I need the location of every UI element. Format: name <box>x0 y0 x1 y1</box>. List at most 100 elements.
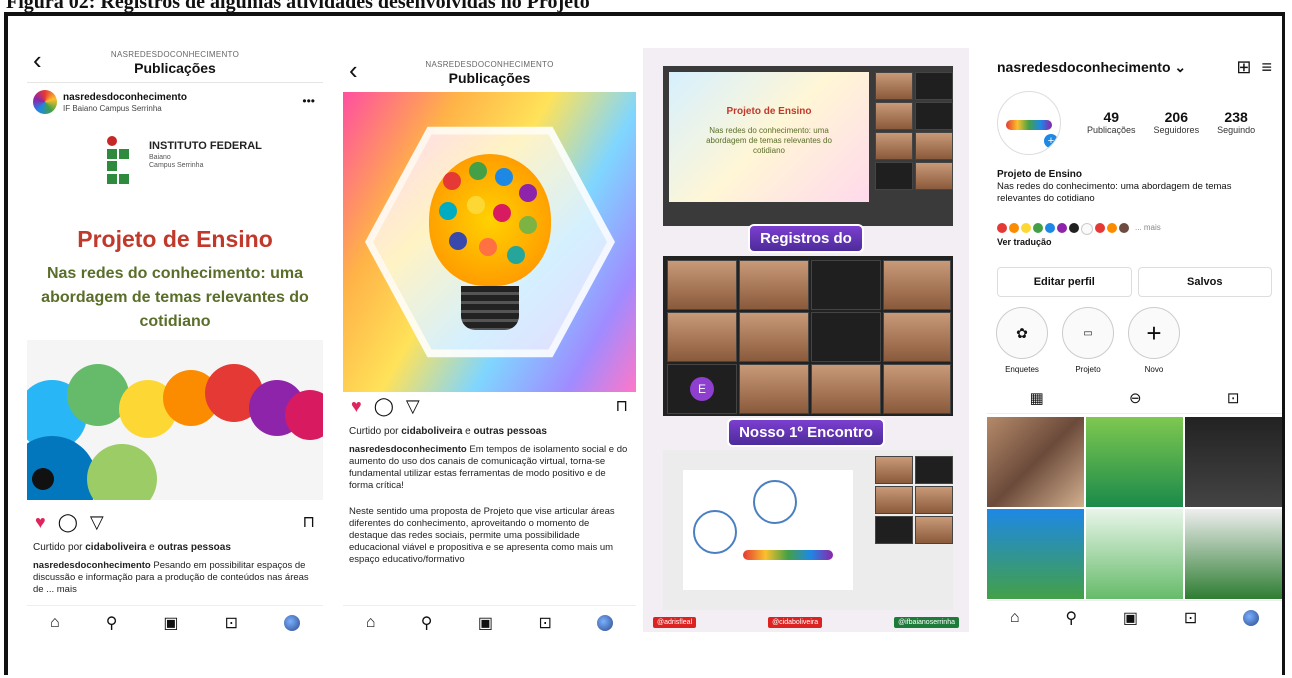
profile-tabs: ▦ ⊖ ⊡ <box>987 389 1282 414</box>
post-avatar[interactable] <box>33 90 57 114</box>
following-count[interactable]: 238 Seguindo <box>1217 109 1255 135</box>
bookmark-icon[interactable]: ⊓ <box>616 396 628 416</box>
menu-icon[interactable]: ≡ <box>1261 57 1272 77</box>
add-post-icon[interactable]: ⊞ <box>1236 57 1251 77</box>
slide-text: Nas redes do conhecimento: uma abordagem… <box>706 126 832 155</box>
tag-ifbaianoserrinha[interactable]: @ifbaianoserrinha <box>894 616 959 628</box>
comment-icon[interactable]: ◯ <box>58 512 78 533</box>
shop-icon[interactable]: ⊡ <box>1184 608 1197 628</box>
post-actions: ♥ ◯ ▽ ⊓ <box>343 394 636 418</box>
page-title: Publicações <box>448 70 531 86</box>
grid-post[interactable] <box>987 509 1084 599</box>
chevron-down-icon[interactable]: ⌄ <box>1174 59 1186 75</box>
profile-buttons: Editar perfil Salvos <box>997 267 1272 297</box>
bottom-nav: ⌂ ⚲ ▣ ⊡ <box>27 605 323 640</box>
home-icon[interactable]: ⌂ <box>50 614 60 632</box>
more-options-icon[interactable]: ••• <box>302 94 315 108</box>
share-icon[interactable]: ▽ <box>406 396 420 417</box>
banner-registros: Registros do <box>643 226 969 251</box>
zoom-screenshot-1: Projeto de Ensino Nas redes do conhecime… <box>663 66 953 226</box>
if-logo-name: INSTITUTO FEDERAL <box>149 140 262 152</box>
profile-username[interactable]: nasredesdoconhecimento ⌄ <box>997 59 1186 76</box>
post-caption: nasredesdoconhecimento Pesando em possib… <box>33 560 309 595</box>
bookmark-icon[interactable]: ⊓ <box>303 512 315 532</box>
post-username[interactable]: nasredesdoconhecimento <box>63 92 187 103</box>
zoom-screenshot-3 <box>663 450 953 610</box>
page-title: Publicações <box>134 60 216 76</box>
comment-icon[interactable]: ◯ <box>374 396 394 417</box>
more-link[interactable]: ... mais <box>1135 223 1161 235</box>
bottom-nav: ⌂ ⚲ ▣ ⊡ <box>987 600 1282 635</box>
zoom-meeting-collage: Projeto de Ensino Nas redes do conhecime… <box>643 48 969 632</box>
post-location[interactable]: IF Baiano Campus Serrinha <box>63 104 162 113</box>
banner-encontro: Nosso 1º Encontro <box>643 420 969 445</box>
bottom-nav: ⌂ ⚲ ▣ ⊡ <box>343 605 636 640</box>
tag-cidaboliveira[interactable]: @cidaboliveira <box>768 616 823 628</box>
profile-avatar-icon[interactable] <box>283 615 300 631</box>
project-heading: Projeto de Ensino <box>77 226 273 252</box>
profile-bio: Projeto de Ensino Nas redes do conhecimen… <box>997 169 1232 204</box>
grid-post[interactable] <box>1185 509 1282 599</box>
tags-row: @adrisfleal @cidaboliveira @ifbaianoserr… <box>643 612 969 632</box>
profile-avatar-icon[interactable] <box>1243 610 1260 626</box>
profile-avatar[interactable]: + <box>997 91 1061 155</box>
likes-line: Curtido por cidaboliveira e outras pesso… <box>349 426 547 437</box>
if-logo-sub: Baiano Campus Serrinha <box>149 154 204 169</box>
profile-top-icons: ⊞ ≡ <box>1236 57 1272 78</box>
add-story-icon[interactable]: + <box>1044 134 1058 148</box>
shop-icon[interactable]: ⊡ <box>538 613 551 633</box>
home-icon[interactable]: ⌂ <box>1010 609 1020 627</box>
heart-icon[interactable]: ♥ <box>351 396 362 417</box>
account-small-label: NASREDESDOCONHECIMENTO <box>425 60 554 69</box>
reels-icon[interactable]: ▣ <box>163 613 178 633</box>
if-logo-mark-icon <box>107 136 143 184</box>
post-header: ‹ NASREDESDOCONHECIMENTO Publicações <box>343 50 636 93</box>
slide-preview: Projeto de Ensino Nas redes do conhecime… <box>669 72 869 202</box>
grid-post[interactable] <box>1185 417 1282 507</box>
heart-icon[interactable]: ♥ <box>35 512 46 533</box>
grid-post[interactable] <box>1086 509 1183 599</box>
search-icon[interactable]: ⚲ <box>421 613 433 633</box>
slide-title: Projeto de Ensino <box>726 106 812 117</box>
account-small-label: NASREDESDOCONHECIMENTO <box>110 50 240 59</box>
home-icon[interactable]: ⌂ <box>366 614 376 632</box>
grid-post[interactable] <box>1086 417 1183 507</box>
post-actions: ♥ ◯ ▽ ⊓ <box>27 510 323 534</box>
shop-icon[interactable]: ⊡ <box>225 613 238 633</box>
instagram-post-panel-2: ‹ NASREDESDOCONHECIMENTO Publicações ♥ ◯… <box>343 50 636 640</box>
tagged-icon[interactable]: ⊡ <box>1227 389 1240 413</box>
reels-icon[interactable]: ▣ <box>478 613 493 633</box>
highlight-projeto[interactable]: ▭ Projeto <box>1061 307 1115 374</box>
profile-stats: 49 Publicações 206 Seguidores 238 Seguindo <box>1087 109 1255 135</box>
emoji-row: ... mais <box>997 223 1161 235</box>
instagram-profile-panel: nasredesdoconhecimento ⌄ ⊞ ≡ + 49 Publica… <box>987 45 1282 635</box>
search-icon[interactable]: ⚲ <box>106 613 118 633</box>
zoom-screenshot-2: E <box>663 256 953 416</box>
post-caption: nasredesdoconhecimento Em tempos de isol… <box>349 444 628 491</box>
saved-button[interactable]: Salvos <box>1137 267 1272 297</box>
followers-count[interactable]: 206 Seguidores <box>1154 109 1200 135</box>
grid-post[interactable] <box>987 417 1084 507</box>
likes-line: Curtido por cidaboliveira e outras pesso… <box>33 542 231 553</box>
search-icon[interactable]: ⚲ <box>1065 608 1077 628</box>
share-icon[interactable]: ▽ <box>90 512 104 533</box>
posts-count[interactable]: 49 Publicações <box>1087 109 1136 135</box>
instagram-post-panel-1: ‹ NASREDESDOCONHECIMENTO Publicações nas… <box>27 40 323 640</box>
speech-bubbles-illustration <box>27 340 323 500</box>
post-header: ‹ NASREDESDOCONHECIMENTO Publicações <box>27 40 323 83</box>
lightbulb-illustration <box>343 92 636 392</box>
post-caption-2: Neste sentido uma proposta de Projeto qu… <box>349 506 615 565</box>
edit-profile-button[interactable]: Editar perfil <box>997 267 1132 297</box>
highlight-novo[interactable]: + Novo <box>1127 307 1181 374</box>
reels-icon[interactable]: ▣ <box>1123 608 1138 628</box>
project-subheading: Nas redes do conhecimento: uma abordagem… <box>41 265 309 330</box>
translate-link[interactable]: Ver tradução <box>997 237 1052 247</box>
profile-avatar-icon[interactable] <box>597 615 614 631</box>
grid-icon[interactable]: ▦ <box>1030 389 1044 413</box>
plus-icon: + <box>1128 307 1180 359</box>
slide-preview-2 <box>683 470 853 590</box>
tag-adrisfleal[interactable]: @adrisfleal <box>653 616 697 628</box>
reels-tab-icon[interactable]: ⊖ <box>1129 389 1142 413</box>
highlight-enquetes[interactable]: ✿ Enquetes <box>995 307 1049 374</box>
profile-post-grid <box>987 417 1282 599</box>
